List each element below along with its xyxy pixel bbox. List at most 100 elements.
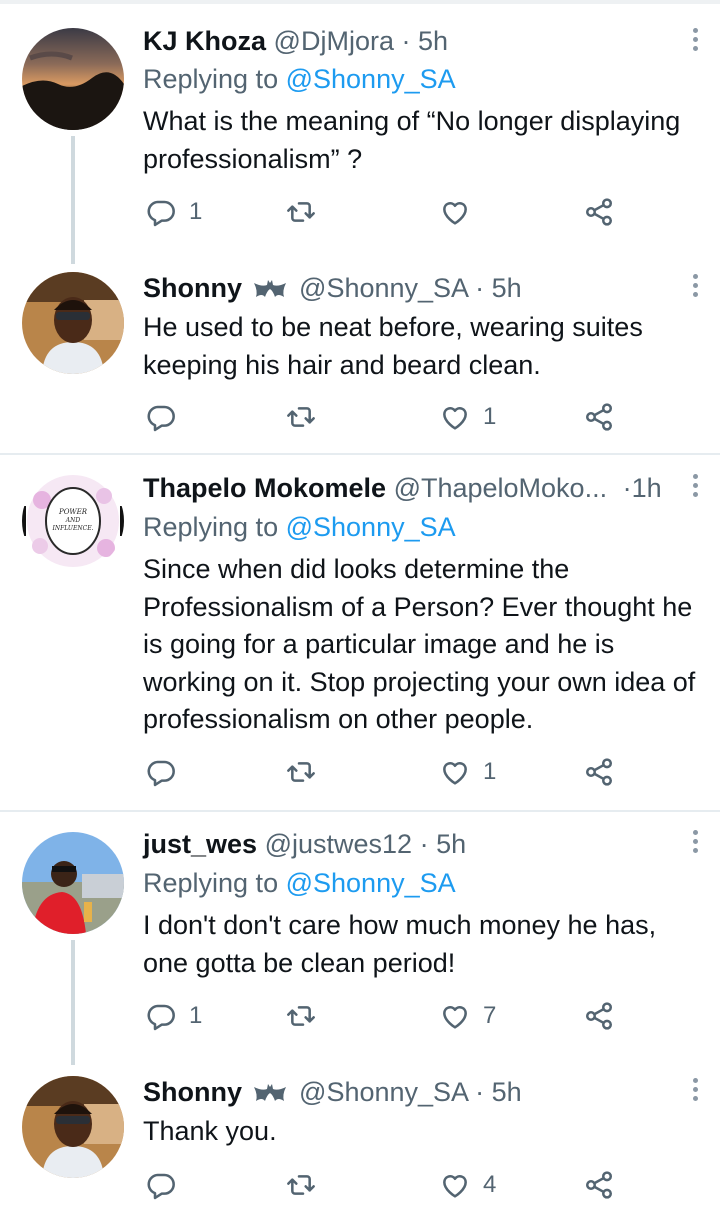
bat-badge-icon: [253, 280, 286, 297]
like-count: 4: [483, 1171, 497, 1198]
reply-button[interactable]: [145, 752, 189, 792]
avatar[interactable]: [22, 1076, 124, 1178]
share-icon: [586, 403, 612, 431]
retweet-icon: [287, 1175, 315, 1195]
avatar-text-line: POWER: [58, 508, 88, 516]
separator-dot: ·: [475, 273, 485, 303]
user-handle[interactable]: @ThapeloMoko...: [394, 473, 608, 503]
share-icon: [586, 758, 612, 786]
like-button[interactable]: 1: [439, 752, 496, 792]
share-icon: [586, 198, 612, 226]
display-name[interactable]: Shonny: [143, 273, 242, 303]
like-button[interactable]: 4: [439, 1165, 496, 1205]
retweet-button[interactable]: [285, 192, 329, 232]
like-icon: [443, 1005, 467, 1029]
replying-label: Replying to: [143, 868, 279, 898]
more-icon[interactable]: [692, 28, 700, 55]
timestamp[interactable]: 1h: [632, 473, 662, 503]
tweet-kj-khoza[interactable]: KJ Khoza @DjMjora · 5h Replying to @Shon…: [0, 0, 720, 264]
replying-to-link[interactable]: @Shonny_SA: [286, 512, 456, 542]
retweet-icon: [287, 202, 315, 222]
tweet-header: Thapelo Mokomele @ThapeloMoko... ·1h: [143, 471, 662, 505]
like-button[interactable]: 7: [439, 996, 496, 1036]
reply-button[interactable]: 1: [145, 192, 202, 232]
user-handle[interactable]: @Shonny_SA: [299, 273, 468, 303]
like-count: 1: [483, 758, 497, 785]
replying-to: Replying to @Shonny_SA: [143, 62, 456, 96]
tweet-shonny-1[interactable]: Shonny @Shonny_SA · 5h He used to be nea…: [0, 260, 720, 454]
bat-badge-icon: [253, 1084, 286, 1101]
replying-label: Replying to: [143, 512, 279, 542]
display-name[interactable]: Shonny: [143, 1077, 242, 1107]
user-handle[interactable]: @Shonny_SA: [299, 1077, 468, 1107]
reply-button[interactable]: [145, 397, 189, 437]
share-icon: [586, 1002, 612, 1030]
avatar[interactable]: [22, 832, 124, 934]
separator-dot: ·: [475, 1077, 485, 1107]
reply-count: 1: [189, 1002, 203, 1029]
more-icon[interactable]: [692, 474, 700, 501]
tweet-text: What is the meaning of “No longer displa…: [143, 106, 681, 174]
tweet-actions: 1: [143, 752, 623, 792]
tweet-actions: 1 7: [143, 996, 623, 1036]
timestamp[interactable]: 5h: [436, 829, 466, 859]
tweet-text: I don't don't care how much money he has…: [143, 910, 657, 978]
display-name[interactable]: Thapelo Mokomele: [143, 473, 386, 503]
like-icon: [443, 1174, 467, 1198]
tweet-text: He used to be neat before, wearing suite…: [143, 312, 643, 380]
avatar-text-line: AND: [65, 517, 81, 524]
tweet-header: KJ Khoza @DjMjora · 5h: [143, 24, 448, 58]
display-name[interactable]: KJ Khoza: [143, 26, 266, 56]
reply-icon: [147, 405, 175, 432]
retweet-button[interactable]: [285, 397, 329, 437]
like-button[interactable]: [439, 192, 483, 232]
like-icon: [443, 761, 467, 785]
tweet-text: Since when did looks determine the Profe…: [143, 554, 696, 734]
avatar[interactable]: [22, 272, 124, 374]
reply-button[interactable]: [145, 1165, 189, 1205]
more-icon[interactable]: [692, 1078, 700, 1105]
tweet-actions: 1: [143, 192, 623, 232]
share-button[interactable]: [583, 1165, 615, 1205]
tweet-thapelo-mokomele[interactable]: POWER AND INFLUENCE. Thapelo Mokomele @T…: [0, 455, 720, 810]
retweet-icon: [287, 407, 315, 427]
timestamp[interactable]: 5h: [492, 273, 522, 303]
share-button[interactable]: [583, 397, 615, 437]
user-handle[interactable]: @justwes12: [265, 829, 412, 859]
retweet-button[interactable]: [285, 1165, 329, 1205]
thread-line: [71, 136, 75, 264]
user-handle[interactable]: @DjMjora: [274, 26, 394, 56]
tweet-text: Thank you.: [143, 1116, 277, 1146]
display-name[interactable]: just_wes: [143, 829, 257, 859]
like-count: 7: [483, 1002, 497, 1029]
tweet-just-wes[interactable]: just_wes @justwes12 · 5h Replying to @Sh…: [0, 812, 720, 1065]
retweet-button[interactable]: [285, 996, 329, 1036]
replying-to: Replying to @Shonny_SA: [143, 510, 456, 544]
avatar[interactable]: [22, 28, 124, 130]
reply-button[interactable]: 1: [145, 996, 202, 1036]
retweet-icon: [287, 1006, 315, 1026]
retweet-icon: [287, 762, 315, 782]
timestamp[interactable]: 5h: [418, 26, 448, 56]
tweet-shonny-2[interactable]: Shonny @Shonny_SA · 5h Thank you. 4: [0, 1065, 720, 1220]
share-button[interactable]: [583, 192, 615, 232]
tweet-actions: 4: [143, 1165, 623, 1205]
avatar[interactable]: POWER AND INFLUENCE.: [22, 470, 124, 572]
more-icon[interactable]: [692, 274, 700, 301]
avatar-text-line: INFLUENCE.: [51, 525, 93, 532]
replying-to-link[interactable]: @Shonny_SA: [286, 64, 456, 94]
reply-icon: [147, 200, 175, 227]
tweet-header: just_wes @justwes12 · 5h: [143, 827, 466, 861]
more-icon[interactable]: [692, 830, 700, 857]
share-icon: [586, 1171, 612, 1199]
share-button[interactable]: [583, 752, 615, 792]
share-button[interactable]: [583, 996, 615, 1036]
timestamp[interactable]: 5h: [492, 1077, 522, 1107]
replying-to-link[interactable]: @Shonny_SA: [286, 868, 456, 898]
like-button[interactable]: 1: [439, 397, 496, 437]
reply-icon: [147, 1173, 175, 1200]
retweet-button[interactable]: [285, 752, 329, 792]
reply-count: 1: [189, 198, 203, 225]
tweet-actions: 1: [143, 397, 623, 437]
reply-icon: [147, 1004, 175, 1031]
